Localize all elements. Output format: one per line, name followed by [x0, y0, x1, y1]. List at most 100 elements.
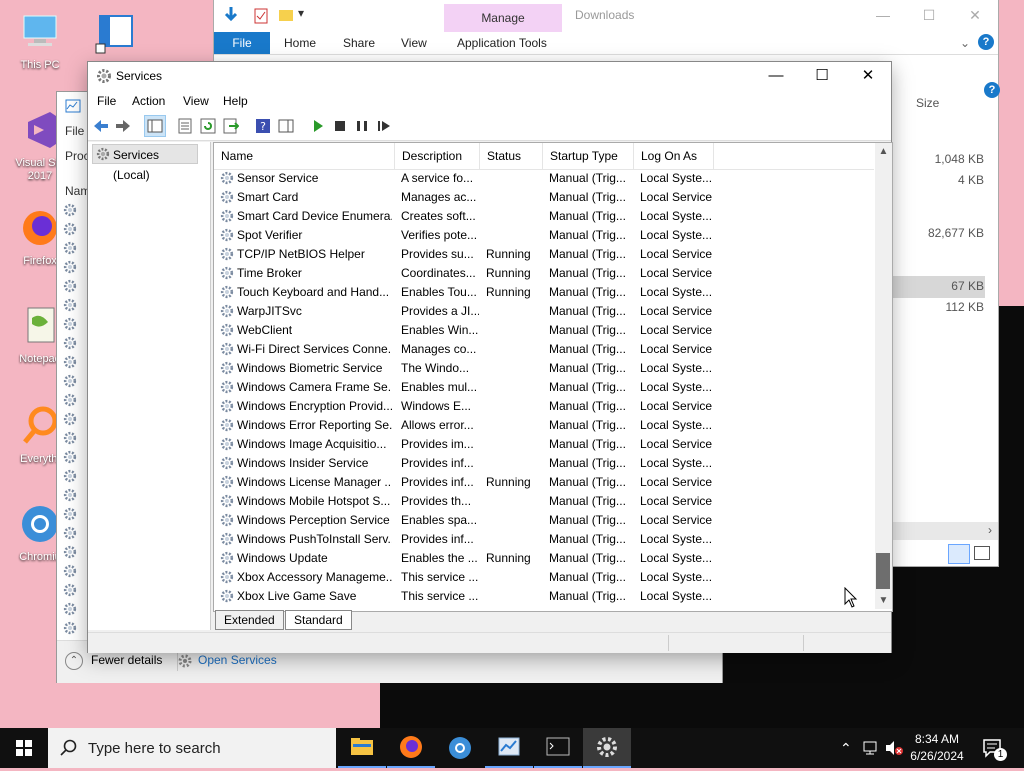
process-row[interactable]: [63, 488, 87, 506]
menu-view[interactable]: View: [183, 94, 209, 108]
ribbon-application-tools-tab[interactable]: Application Tools: [457, 36, 547, 50]
properties-sheet-icon[interactable]: [177, 118, 193, 134]
network-icon[interactable]: [862, 740, 880, 756]
details-view-icon[interactable]: [948, 544, 970, 564]
service-row[interactable]: Windows Camera Frame Se... Enables mul...…: [214, 378, 874, 397]
menu-help[interactable]: Help: [223, 94, 248, 108]
new-folder-icon[interactable]: [278, 7, 294, 23]
taskbar-chromium[interactable]: [436, 728, 484, 768]
process-row[interactable]: [63, 374, 87, 392]
desktop-icon-this-pc[interactable]: This PC: [4, 10, 76, 72]
process-row[interactable]: [63, 545, 87, 563]
large-icons-view-icon[interactable]: [974, 546, 990, 560]
scroll-right-icon[interactable]: ›: [988, 523, 992, 537]
help-book-icon[interactable]: ?: [255, 118, 271, 134]
taskbar-firefox[interactable]: [387, 728, 435, 768]
process-row[interactable]: [63, 279, 87, 297]
tree-node-services-local[interactable]: Services (Local): [92, 144, 198, 182]
taskbar-file-explorer[interactable]: [338, 728, 386, 768]
column-header-startup-type[interactable]: Startup Type: [543, 143, 634, 169]
menu-action[interactable]: Action: [132, 94, 165, 108]
horizontal-scrollbar[interactable]: ›: [890, 522, 998, 540]
start-service-play-icon[interactable]: [310, 118, 326, 134]
process-row[interactable]: [63, 222, 87, 240]
menu-file[interactable]: File: [97, 94, 116, 108]
process-row[interactable]: [63, 412, 87, 430]
service-row[interactable]: TCP/IP NetBIOS Helper Provides su... Runni…: [214, 245, 874, 264]
process-row[interactable]: [63, 317, 87, 335]
minimize-icon[interactable]: —: [753, 62, 799, 90]
size-column-header[interactable]: Size: [890, 88, 990, 118]
service-row[interactable]: WebClient Enables Win... Manual (Trig... Lo…: [214, 321, 874, 340]
service-row[interactable]: Windows Encryption Provid... Windows E...…: [214, 397, 874, 416]
show-hide-console-tree-icon[interactable]: [144, 115, 166, 137]
service-row[interactable]: Windows Mobile Hotspot S... Provides th..…: [214, 492, 874, 511]
service-row[interactable]: Spot Verifier Verifies pote... Manual (Tri…: [214, 226, 874, 245]
services-window[interactable]: Services — ☐ ✕ File Action View Help ? S…: [88, 62, 893, 653]
ribbon-share-tab[interactable]: Share: [343, 36, 375, 50]
service-row[interactable]: Xbox Accessory Manageme... This service .…: [214, 568, 874, 587]
service-row[interactable]: Windows Biometric Service The Windo... Man…: [214, 359, 874, 378]
service-row[interactable]: Windows Insider Service Provides inf... Ma…: [214, 454, 874, 473]
close-icon[interactable]: ✕: [845, 62, 891, 90]
service-row[interactable]: Sensor Service A service fo... Manual (Tri…: [214, 169, 874, 188]
vertical-scrollbar[interactable]: ▲ ▼: [875, 143, 892, 609]
process-row[interactable]: [63, 450, 87, 468]
back-arrow-icon[interactable]: [93, 118, 109, 134]
open-services-link[interactable]: Open Services: [198, 653, 277, 667]
process-row[interactable]: [63, 260, 87, 278]
process-row[interactable]: [63, 507, 87, 525]
service-row[interactable]: Windows License Manager ... Provides inf.…: [214, 473, 874, 492]
scroll-down-icon[interactable]: ▼: [875, 592, 892, 609]
process-row[interactable]: [63, 203, 87, 221]
process-row[interactable]: [63, 526, 87, 544]
quick-access-dropdown-icon[interactable]: ▾: [298, 6, 304, 20]
forward-arrow-icon[interactable]: [115, 118, 131, 134]
stop-service-icon[interactable]: [332, 118, 348, 134]
help-icon[interactable]: ?: [978, 34, 994, 50]
service-row[interactable]: Windows Error Reporting Se... Allows erro…: [214, 416, 874, 435]
restart-service-icon[interactable]: [376, 118, 392, 134]
column-header-description[interactable]: Description: [395, 143, 480, 169]
service-row[interactable]: Windows Perception Service Enables spa...…: [214, 511, 874, 530]
desktop-icon-shortcut[interactable]: [80, 10, 152, 56]
taskbar-task-manager[interactable]: [485, 728, 533, 768]
ribbon-view-tab[interactable]: View: [401, 36, 427, 50]
show-hidden-icons-chevron-icon[interactable]: ⌃: [840, 740, 852, 757]
process-row[interactable]: [63, 469, 87, 487]
windows-start-icon[interactable]: [0, 728, 48, 768]
taskbar-console[interactable]: [534, 728, 582, 768]
pause-service-icon[interactable]: [354, 118, 370, 134]
service-row[interactable]: Windows Image Acquisitio... Provides im..…: [214, 435, 874, 454]
scroll-up-icon[interactable]: ▲: [875, 143, 892, 160]
service-row[interactable]: Smart Card Manages ac... Manual (Trig... Lo…: [214, 188, 874, 207]
ribbon-home-tab[interactable]: Home: [284, 36, 316, 50]
fewer-details-link[interactable]: Fewer details: [91, 653, 162, 667]
system-clock[interactable]: 8:34 AM 6/26/2024: [904, 731, 970, 765]
taskbar-search-box[interactable]: Type here to search: [48, 728, 336, 768]
service-row[interactable]: WarpJITSvc Provides a JI... Manual (Trig..…: [214, 302, 874, 321]
process-row[interactable]: [63, 602, 87, 620]
process-row[interactable]: [63, 355, 87, 373]
process-row[interactable]: [63, 564, 87, 582]
scrollbar-thumb[interactable]: [876, 553, 890, 589]
refresh-icon[interactable]: [200, 118, 216, 134]
maximize-icon[interactable]: ☐: [799, 62, 845, 90]
process-row[interactable]: [63, 393, 87, 411]
process-row[interactable]: [63, 336, 87, 354]
process-row[interactable]: [63, 241, 87, 259]
show-hide-action-pane-icon[interactable]: [278, 118, 294, 134]
taskbar-services[interactable]: [583, 728, 631, 768]
properties-checkmark-icon[interactable]: [254, 8, 268, 24]
process-row[interactable]: [63, 298, 87, 316]
close-icon[interactable]: ✕: [952, 0, 998, 30]
column-header-log-on-as[interactable]: Log On As: [634, 143, 714, 169]
maximize-icon[interactable]: ☐: [906, 0, 952, 30]
service-row[interactable]: Wi-Fi Direct Services Conne... Manages co…: [214, 340, 874, 359]
process-row[interactable]: [63, 431, 87, 449]
column-header-name[interactable]: Name: [214, 143, 395, 169]
service-row[interactable]: Xbox Live Game Save This service ... Manua…: [214, 587, 874, 606]
service-row[interactable]: Smart Card Device Enumera... Creates soft…: [214, 207, 874, 226]
minimize-icon[interactable]: —: [860, 0, 906, 30]
tab-extended[interactable]: Extended: [215, 610, 284, 630]
